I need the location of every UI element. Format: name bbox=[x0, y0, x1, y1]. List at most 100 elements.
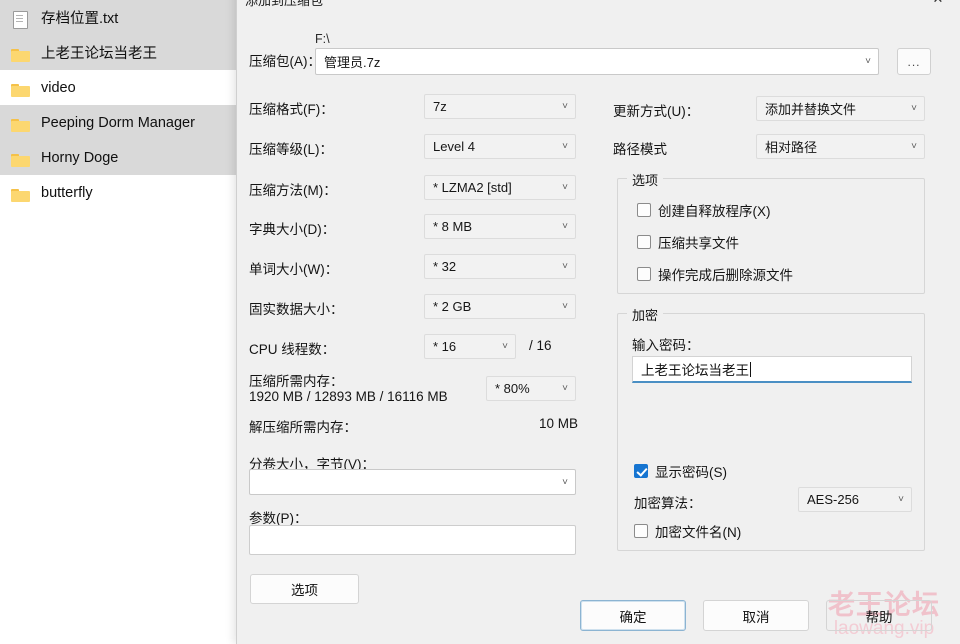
folder-icon bbox=[10, 149, 32, 167]
memory-decompress-label: 解压缩所需内存： bbox=[249, 420, 357, 435]
checkbox-box bbox=[634, 464, 648, 478]
archive-label: 压缩包(A)： bbox=[249, 54, 321, 69]
method-label: 压缩方法(M)： bbox=[249, 183, 337, 198]
list-item-label: Horny Doge bbox=[41, 149, 119, 166]
checkbox-show-password[interactable]: 显示密码(S) bbox=[634, 461, 727, 481]
dialog-title: 添加到压缩包 bbox=[245, 0, 324, 8]
checkbox-label: 显示密码(S) bbox=[655, 465, 727, 480]
path-mode-combo[interactable]: 相对路径 ˅ bbox=[756, 134, 925, 159]
archive-path: F:\ bbox=[315, 32, 330, 46]
chevron-down-icon: ˅ bbox=[562, 301, 568, 312]
update-mode-combo[interactable]: 添加并替换文件 ˅ bbox=[756, 96, 925, 121]
checkbox-label: 操作完成后删除源文件 bbox=[658, 268, 793, 283]
checkbox-label: 加密文件名(N) bbox=[655, 525, 742, 540]
encryption-algorithm-value: AES-256 bbox=[807, 492, 860, 507]
encryption-group-title: 加密 bbox=[627, 305, 664, 324]
file-list[interactable]: 存档位置.txt 上老王论坛当老王 video Peeping Dorm Man… bbox=[0, 0, 236, 644]
ok-button[interactable]: 确定 bbox=[580, 600, 686, 631]
volume-size-value bbox=[258, 470, 549, 494]
password-label: 输入密码： bbox=[632, 338, 700, 353]
word-size-combo[interactable]: * 32 ˅ bbox=[424, 254, 576, 279]
dictionary-value: * 8 MB bbox=[433, 219, 473, 234]
encryption-algorithm-combo[interactable]: AES-256 ˅ bbox=[798, 487, 912, 512]
options-button[interactable]: 选项 bbox=[250, 574, 359, 604]
word-size-value: * 32 bbox=[433, 259, 457, 274]
chevron-down-icon: ˅ bbox=[562, 221, 568, 232]
update-mode-label: 更新方式(U)： bbox=[613, 104, 700, 119]
checkbox-create-sfx[interactable]: 创建自释放程序(X) bbox=[637, 200, 771, 220]
password-value: 上老王论坛当老王 bbox=[641, 361, 751, 378]
encryption-algorithm-label: 加密算法： bbox=[634, 496, 702, 511]
solid-block-label: 固实数据大小： bbox=[249, 302, 344, 317]
cpu-threads-value: * 16 bbox=[433, 339, 457, 354]
checkbox-delete-after[interactable]: 操作完成后删除源文件 bbox=[637, 264, 793, 284]
volume-size-combo[interactable]: ˅ bbox=[249, 469, 576, 495]
options-group-title: 选项 bbox=[627, 170, 664, 189]
checkbox-box bbox=[637, 203, 651, 217]
list-item-label: 上老王论坛当老王 bbox=[41, 46, 157, 62]
checkbox-box bbox=[637, 267, 651, 281]
chevron-down-icon: ˅ bbox=[865, 56, 871, 67]
parameters-input[interactable] bbox=[249, 525, 576, 555]
chevron-down-icon: ˅ bbox=[562, 101, 568, 112]
solid-block-combo[interactable]: * 2 GB ˅ bbox=[424, 294, 576, 319]
memory-percent-combo[interactable]: * 80% ˅ bbox=[486, 376, 576, 401]
chevron-down-icon: ˅ bbox=[562, 261, 568, 272]
list-item[interactable]: 存档位置.txt bbox=[0, 0, 236, 35]
password-input[interactable]: 上老王论坛当老王 bbox=[632, 356, 912, 383]
browse-button[interactable]: ... bbox=[897, 48, 931, 75]
method-combo[interactable]: * LZMA2 [std] ˅ bbox=[424, 175, 576, 200]
checkbox-compress-shared[interactable]: 压缩共享文件 bbox=[637, 232, 739, 252]
chevron-down-icon: ˅ bbox=[502, 341, 508, 352]
chevron-down-icon: ˅ bbox=[562, 182, 568, 193]
cpu-threads-combo[interactable]: * 16 ˅ bbox=[424, 334, 516, 359]
solid-block-value: * 2 GB bbox=[433, 299, 472, 314]
list-item[interactable]: Horny Doge bbox=[0, 140, 236, 175]
cpu-threads-total: / 16 bbox=[529, 338, 552, 353]
dictionary-combo[interactable]: * 8 MB ˅ bbox=[424, 214, 576, 239]
format-value: 7z bbox=[433, 99, 447, 114]
format-label: 压缩格式(F)： bbox=[249, 102, 334, 117]
folder-icon bbox=[10, 44, 32, 62]
word-size-label: 单词大小(W)： bbox=[249, 262, 339, 277]
cpu-threads-label: CPU 线程数： bbox=[249, 342, 336, 357]
dialog-titlebar[interactable]: 添加到压缩包 ✕ bbox=[237, 0, 960, 12]
checkbox-encrypt-filenames[interactable]: 加密文件名(N) bbox=[634, 521, 741, 541]
archive-name-combo[interactable]: 管理员.7z ˅ bbox=[315, 48, 879, 75]
checkbox-box bbox=[634, 524, 648, 538]
close-icon[interactable]: ✕ bbox=[921, 0, 955, 10]
memory-percent-value: * 80% bbox=[495, 381, 530, 396]
update-mode-value: 添加并替换文件 bbox=[765, 102, 857, 117]
memory-compress-value: 1920 MB / 12893 MB / 16116 MB bbox=[249, 389, 448, 404]
level-label: 压缩等级(L)： bbox=[249, 142, 333, 157]
help-button[interactable]: 帮助 bbox=[826, 600, 932, 631]
list-item[interactable]: Peeping Dorm Manager bbox=[0, 105, 236, 140]
level-combo[interactable]: Level 4 ˅ bbox=[424, 134, 576, 159]
dialog-body: 压缩包(A)： F:\ 管理员.7z ˅ ... 压缩格式(F)： 7z ˅ 压… bbox=[237, 12, 960, 644]
chevron-down-icon: ˅ bbox=[562, 141, 568, 152]
level-value: Level 4 bbox=[433, 139, 475, 154]
list-item-label: Peeping Dorm Manager bbox=[41, 114, 195, 131]
list-item[interactable]: video bbox=[0, 70, 236, 105]
list-item-label: video bbox=[41, 79, 76, 96]
document-icon bbox=[10, 9, 32, 29]
folder-icon bbox=[10, 114, 32, 132]
chevron-down-icon: ˅ bbox=[911, 103, 917, 114]
list-item-label: 存档位置.txt bbox=[41, 11, 119, 27]
list-item[interactable]: 上老王论坛当老王 bbox=[0, 35, 236, 70]
list-item-label: butterfly bbox=[41, 184, 93, 201]
chevron-down-icon: ˅ bbox=[562, 476, 568, 488]
memory-compress-label: 压缩所需内存： bbox=[249, 374, 344, 389]
chevron-down-icon: ˅ bbox=[562, 383, 568, 394]
cancel-button[interactable]: 取消 bbox=[703, 600, 809, 631]
chevron-down-icon: ˅ bbox=[911, 141, 917, 152]
parameters-label: 参数(P)： bbox=[249, 511, 308, 526]
list-item[interactable]: butterfly bbox=[0, 175, 236, 210]
method-value: * LZMA2 [std] bbox=[433, 180, 512, 195]
options-group: 选项 创建自释放程序(X) 压缩共享文件 操作完成后删除源文件 bbox=[617, 170, 925, 294]
add-to-archive-dialog: 添加到压缩包 ✕ 压缩包(A)： F:\ 管理员.7z ˅ ... 压缩格式(F… bbox=[236, 0, 960, 644]
format-combo[interactable]: 7z ˅ bbox=[424, 94, 576, 119]
text-caret bbox=[750, 361, 751, 377]
encryption-group: 加密 输入密码： 上老王论坛当老王 显示密码(S) 加密算法： AES-256 … bbox=[617, 305, 925, 551]
chevron-down-icon: ˅ bbox=[898, 494, 904, 505]
